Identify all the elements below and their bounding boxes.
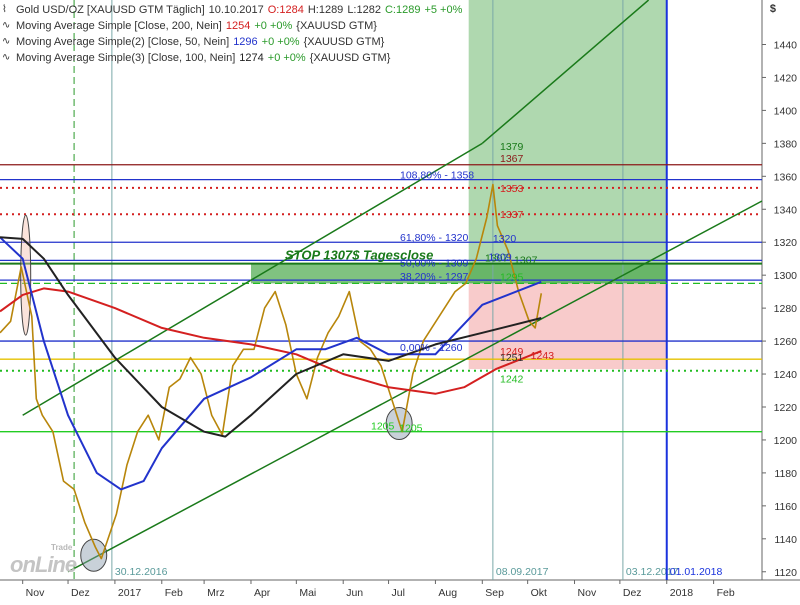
quote-high: H:1289 xyxy=(307,4,344,16)
watermark-big-text: onLine xyxy=(10,552,77,577)
level-label: 1242 xyxy=(500,374,524,386)
level-label: 1295 xyxy=(500,271,524,283)
indicator-symbol: {XAUUSD GTM} xyxy=(303,36,385,48)
quote-low: L:1282 xyxy=(347,4,381,16)
quote-close: C:1289 xyxy=(384,4,421,16)
indicator-change: +0 +0% xyxy=(254,20,293,32)
x-tick-label: Nov xyxy=(26,587,45,599)
level-label: 1205 xyxy=(371,421,395,433)
line-icon: ∿ xyxy=(2,52,11,63)
indicator-value: 1274 xyxy=(239,52,264,64)
x-tick-label: 2018 xyxy=(670,587,694,599)
y-tick-label: 1140 xyxy=(774,534,797,546)
x-tick-label: Nov xyxy=(578,587,597,599)
indicator-value: 1296 xyxy=(233,36,258,48)
level-label: 1337 xyxy=(500,209,524,221)
y-tick-label: 1260 xyxy=(774,336,798,348)
indicator-name: Moving Average Simple(2) [Close, 50, Nei… xyxy=(16,36,230,48)
vertical-marker-label: 30.12.2016 xyxy=(115,566,168,578)
y-tick-label: 1200 xyxy=(774,435,798,447)
risk-zone xyxy=(468,283,667,370)
y-tick-label: 1160 xyxy=(774,501,797,513)
y-tick-label: 1280 xyxy=(774,303,798,315)
marker-label: 1205 xyxy=(399,423,423,435)
target-zone-label: 1379 xyxy=(500,141,524,153)
x-tick-label: Jul xyxy=(392,587,405,599)
indicator-symbol: {XAUUSD GTM} xyxy=(296,20,377,32)
x-tick-label: Dez xyxy=(71,587,90,599)
x-tick-label: Aug xyxy=(438,587,457,599)
x-tick-label: Sep xyxy=(485,587,504,599)
x-tick-label: Feb xyxy=(717,587,735,599)
risk-zone-label: 1251 xyxy=(500,352,524,364)
y-tick-label: 1420 xyxy=(774,72,798,84)
indicator-change: +0 +0% xyxy=(267,52,306,64)
chart-legend: ⌇ Gold USD/OZ [XAUUSD GTM Täglich] 10.10… xyxy=(2,2,462,66)
chart-area: 1120 1140 1160 1180 1200 1220 1240 1260 1280 1300… xyxy=(0,0,800,600)
x-tick-label: Dez xyxy=(623,587,642,599)
x-tick-label: 2017 xyxy=(118,587,142,599)
quote-change: +5 +0% xyxy=(424,4,463,16)
indicator-change: +0 +0% xyxy=(261,36,300,48)
indicator-name: Moving Average Simple [Close, 200, Nein] xyxy=(16,20,222,32)
y-tick-label: 1320 xyxy=(774,237,798,249)
x-tick-label: Apr xyxy=(254,587,271,599)
legend-instrument: ⌇ Gold USD/OZ [XAUUSD GTM Täglich] 10.10… xyxy=(2,2,462,18)
line-icon: ∿ xyxy=(2,20,11,31)
level-label: 108,80% - 1358 xyxy=(400,170,474,182)
y-tick-label: 1180 xyxy=(774,468,797,480)
indicator-symbol: {XAUUSD GTM} xyxy=(309,52,391,64)
y-tick-label: 1240 xyxy=(774,369,798,381)
quote-date: 10.10.2017 xyxy=(208,4,264,16)
marker-label: 1243 xyxy=(531,350,555,362)
marker-label: 1320 xyxy=(493,233,517,245)
quote-open: O:1284 xyxy=(267,4,304,16)
y-tick-label: 1400 xyxy=(774,105,798,117)
currency-symbol: $ xyxy=(769,3,776,15)
x-tick-label: Mrz xyxy=(207,587,225,599)
candle-icon: ⌇ xyxy=(2,4,7,15)
level-label: 0,00% - 1260 xyxy=(400,342,463,354)
stop-label: STOP 1307$ Tagesclose xyxy=(285,248,433,263)
level-label: 1367 xyxy=(500,153,524,165)
marker-label: 1309 xyxy=(488,251,512,263)
x-tick-label: Mai xyxy=(299,587,316,599)
level-label: 1353 xyxy=(500,183,524,195)
y-tick-label: 1120 xyxy=(774,567,797,579)
y-tick-label: 1440 xyxy=(774,39,798,51)
vertical-marker-label: 01.01.2018 xyxy=(670,566,723,578)
legend-indicator-sma50: ∿ Moving Average Simple(2) [Close, 50, N… xyxy=(2,34,462,50)
vertical-marker-label: 08.09.2017 xyxy=(496,566,549,578)
line-icon: ∿ xyxy=(2,36,11,47)
y-tick-label: 1380 xyxy=(774,138,798,150)
y-tick-label: 1300 xyxy=(774,270,798,282)
y-tick-label: 1340 xyxy=(774,204,798,216)
indicator-name: Moving Average Simple(3) [Close, 100, Ne… xyxy=(16,52,236,64)
level-label: 61,80% - 1320 xyxy=(400,232,468,244)
level-label: 38,20% - 1297 xyxy=(400,271,468,283)
instrument-name: Gold USD/OZ [XAUUSD GTM Täglich] xyxy=(16,4,205,16)
indicator-value: 1254 xyxy=(225,20,251,32)
watermark-small-text: Trade xyxy=(51,543,73,552)
watermark-logo: Trade onLine xyxy=(8,540,98,580)
x-tick-label: Jun xyxy=(346,587,363,599)
marker-label: 1307 xyxy=(514,255,538,267)
x-tick-label: Okt xyxy=(531,587,547,599)
price-chart: 1120 1140 1160 1180 1200 1220 1240 1260 1280 1300… xyxy=(0,0,800,600)
y-tick-label: 1360 xyxy=(774,171,798,183)
legend-indicator-sma100: ∿ Moving Average Simple(3) [Close, 100, … xyxy=(2,50,462,66)
x-tick-label: Feb xyxy=(165,587,183,599)
y-tick-label: 1220 xyxy=(774,402,798,414)
legend-indicator-sma200: ∿ Moving Average Simple [Close, 200, Nei… xyxy=(2,18,462,34)
